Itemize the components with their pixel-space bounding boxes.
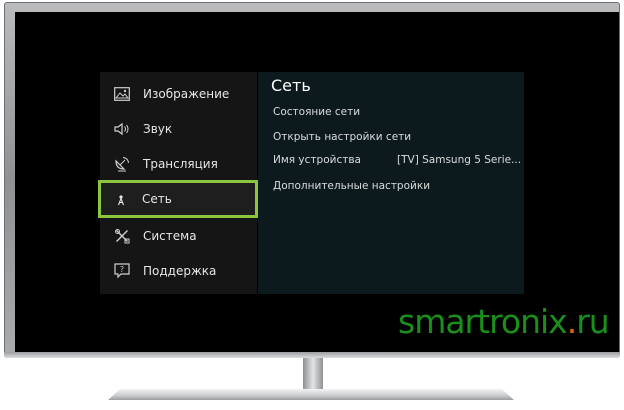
watermark-suffix: ru xyxy=(576,302,609,341)
speaker-icon xyxy=(113,120,131,138)
tools-icon xyxy=(113,227,131,245)
svg-text:?: ? xyxy=(120,265,124,274)
menu-item-label: Система xyxy=(143,228,197,243)
tv-stand-base xyxy=(108,389,514,400)
submenu-title: Сеть xyxy=(271,76,311,95)
watermark-text: smartronix xyxy=(398,302,568,341)
picture-icon xyxy=(113,85,131,103)
menu-item-broadcast[interactable]: Трансляция xyxy=(100,146,257,181)
submenu-item-advanced-settings[interactable]: Дополнительные настройки xyxy=(273,180,430,192)
tv-stand-neck xyxy=(303,358,323,391)
settings-menu: Изображение Звук Трансляция Сеть Система… xyxy=(98,72,258,294)
menu-item-label: Изображение xyxy=(143,86,230,101)
menu-item-picture[interactable]: Изображение xyxy=(100,76,257,111)
submenu-item-device-name[interactable]: Имя устройства xyxy=(273,154,361,166)
menu-item-support[interactable]: ? Поддержка xyxy=(100,253,257,288)
submenu-item-network-status[interactable]: Состояние сети xyxy=(273,106,360,118)
menu-item-label: Поддержка xyxy=(143,263,217,278)
network-submenu: Сеть Состояние сети Открыть настройки се… xyxy=(258,72,524,294)
menu-item-sound[interactable]: Звук xyxy=(100,111,257,146)
submenu-item-open-network-settings[interactable]: Открыть настройки сети xyxy=(273,131,411,143)
watermark: smartronix.ru xyxy=(398,302,610,341)
menu-item-label: Звук xyxy=(143,121,173,136)
device-name-value: [TV] Samsung 5 Serie... xyxy=(397,154,522,166)
menu-item-network[interactable]: Сеть xyxy=(98,180,258,218)
menu-item-system[interactable]: Система xyxy=(100,218,257,253)
menu-item-label: Сеть xyxy=(142,192,172,206)
support-icon: ? xyxy=(113,262,131,280)
watermark-dot: . xyxy=(566,302,577,341)
menu-item-label: Трансляция xyxy=(143,156,218,171)
network-icon xyxy=(112,190,130,208)
satellite-dish-icon xyxy=(113,155,131,173)
